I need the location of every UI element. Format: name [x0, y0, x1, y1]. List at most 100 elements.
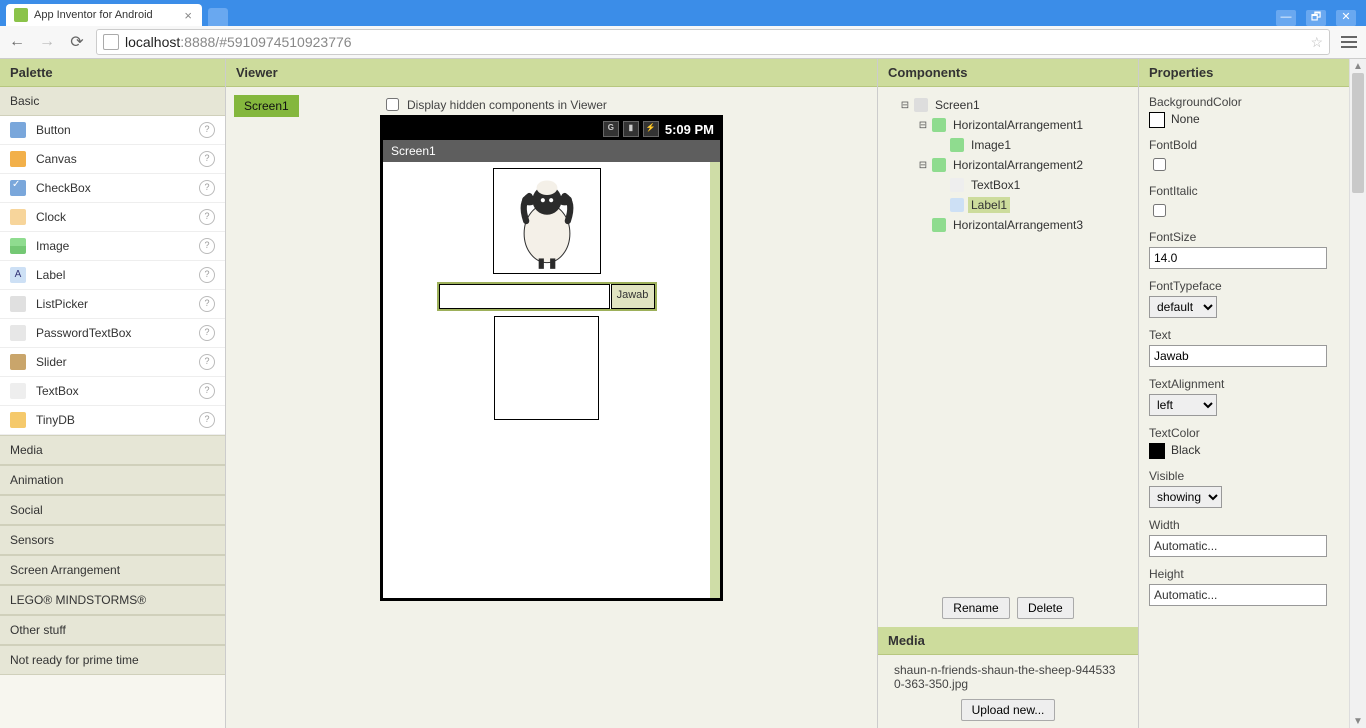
tree-toggle-icon[interactable]: ⊟ — [918, 120, 928, 131]
horizontal-arrangement3[interactable] — [494, 316, 599, 420]
tree-h3[interactable]: HorizontalArrangement3 — [950, 217, 1086, 233]
tree-toggle-icon[interactable]: ⊟ — [900, 100, 910, 111]
help-icon[interactable]: ? — [199, 412, 215, 428]
clock-icon — [10, 209, 26, 225]
screen-icon — [914, 98, 928, 112]
window-restore-button[interactable]: 🗗 — [1306, 10, 1326, 26]
help-icon[interactable]: ? — [199, 296, 215, 312]
status-time: 5:09 PM — [665, 122, 714, 137]
tree-h2[interactable]: HorizontalArrangement2 — [950, 157, 1086, 173]
viewer-header: Viewer — [226, 59, 877, 87]
horizontal-arrangement2[interactable]: Jawab — [437, 282, 657, 311]
help-icon[interactable]: ? — [199, 267, 215, 283]
tree-screen1[interactable]: Screen1 — [932, 97, 983, 113]
scroll-up-icon[interactable]: ▲ — [1350, 61, 1366, 72]
prop-fontbold-checkbox[interactable] — [1153, 158, 1166, 171]
palette-category-not-ready-for-prime-time[interactable]: Not ready for prime time — [0, 645, 225, 675]
tab-close-icon[interactable]: × — [182, 8, 194, 23]
screen-chip[interactable]: Screen1 — [234, 95, 299, 117]
new-tab-button[interactable] — [208, 8, 228, 26]
help-icon[interactable]: ? — [199, 122, 215, 138]
palette-item-clock[interactable]: Clock? — [0, 203, 225, 232]
palette-item-label: Image — [36, 239, 69, 253]
display-hidden-checkbox[interactable] — [386, 98, 399, 111]
prop-width-value[interactable]: Automatic... — [1149, 535, 1327, 557]
bookmark-star-icon[interactable]: ☆ — [1310, 34, 1323, 51]
help-icon[interactable]: ? — [199, 151, 215, 167]
tree-image1[interactable]: Image1 — [968, 137, 1014, 153]
palette-item-button[interactable]: Button? — [0, 116, 225, 145]
image1-preview[interactable] — [493, 168, 601, 274]
label-icon: A — [10, 267, 26, 283]
prop-visible-label: Visible — [1149, 469, 1339, 483]
palette-category-basic[interactable]: Basic — [0, 87, 225, 116]
prop-fonttypeface-select[interactable]: default — [1149, 296, 1217, 318]
scroll-down-icon[interactable]: ▼ — [1350, 716, 1366, 727]
palette-category-animation[interactable]: Animation — [0, 465, 225, 495]
prop-fontsize-input[interactable] — [1149, 247, 1327, 269]
palette-item-checkbox[interactable]: CheckBox? — [0, 174, 225, 203]
palette-item-label: Label — [36, 268, 65, 282]
reload-button[interactable]: ⟳ — [66, 31, 88, 53]
browser-tab[interactable]: App Inventor for Android × — [6, 4, 202, 26]
palette-item-label: Canvas — [36, 152, 77, 166]
page-icon — [103, 34, 119, 50]
prop-text-input[interactable] — [1149, 345, 1327, 367]
phone-canvas[interactable]: Jawab — [383, 162, 720, 598]
help-icon[interactable]: ? — [199, 209, 215, 225]
help-icon[interactable]: ? — [199, 238, 215, 254]
prop-textcolor-value[interactable]: Black — [1149, 443, 1339, 459]
display-hidden-toggle[interactable]: Display hidden components in Viewer — [382, 95, 607, 114]
help-icon[interactable]: ? — [199, 383, 215, 399]
url-bar[interactable]: localhost :8888/#5910974510923776 ☆ — [96, 29, 1330, 55]
palette-item-label[interactable]: A Label? — [0, 261, 225, 290]
palette-item-label: TextBox — [36, 384, 79, 398]
palette-category-other-stuff[interactable]: Other stuff — [0, 615, 225, 645]
horiz-icon — [932, 158, 946, 172]
image-icon — [950, 138, 964, 152]
back-button[interactable]: ← — [6, 31, 28, 53]
prop-visible-select[interactable]: showing — [1149, 486, 1222, 508]
chrome-menu-button[interactable] — [1338, 31, 1360, 53]
window-close-button[interactable]: ✕ — [1336, 10, 1356, 26]
tab-favicon — [14, 8, 28, 22]
tab-title: App Inventor for Android — [34, 9, 153, 21]
delete-button[interactable]: Delete — [1017, 597, 1074, 619]
palette-item-listpicker[interactable]: ListPicker? — [0, 290, 225, 319]
palette-category-lego-mindstorms-[interactable]: LEGO® MINDSTORMS® — [0, 585, 225, 615]
page-scrollbar[interactable]: ▲ ▼ — [1349, 59, 1366, 728]
palette-item-tinydb[interactable]: TinyDB? — [0, 406, 225, 435]
palette-item-label: CheckBox — [36, 181, 91, 195]
textbox1-input[interactable] — [439, 284, 610, 309]
palette-item-textbox[interactable]: TextBox? — [0, 377, 225, 406]
palette-item-passwordtextbox[interactable]: PasswordTextBox? — [0, 319, 225, 348]
label1-preview[interactable]: Jawab — [611, 284, 655, 309]
upload-new-button[interactable]: Upload new... — [961, 699, 1056, 721]
prop-fontitalic-checkbox[interactable] — [1153, 204, 1166, 217]
window-minimize-button[interactable]: — — [1276, 10, 1296, 26]
prop-textalignment-select[interactable]: left — [1149, 394, 1217, 416]
palette-item-image[interactable]: Image? — [0, 232, 225, 261]
palette-item-canvas[interactable]: Canvas? — [0, 145, 225, 174]
tree-h1[interactable]: HorizontalArrangement1 — [950, 117, 1086, 133]
palette-category-social[interactable]: Social — [0, 495, 225, 525]
help-icon[interactable]: ? — [199, 325, 215, 341]
tree-label1[interactable]: Label1 — [968, 197, 1010, 213]
help-icon[interactable]: ? — [199, 354, 215, 370]
rename-button[interactable]: Rename — [942, 597, 1009, 619]
prop-height-value[interactable]: Automatic... — [1149, 584, 1327, 606]
horiz-icon — [932, 218, 946, 232]
canvas-icon — [10, 151, 26, 167]
palette-category-screen-arrangement[interactable]: Screen Arrangement — [0, 555, 225, 585]
forward-button[interactable]: → — [36, 31, 58, 53]
media-file[interactable]: shaun-n-friends-shaun-the-sheep-9445330-… — [894, 663, 1122, 691]
tree-toggle-icon[interactable]: ⊟ — [918, 160, 928, 171]
palette-category-sensors[interactable]: Sensors — [0, 525, 225, 555]
help-icon[interactable]: ? — [199, 180, 215, 196]
browser-navbar: ← → ⟳ localhost :8888/#5910974510923776 … — [0, 26, 1366, 59]
palette-item-slider[interactable]: Slider? — [0, 348, 225, 377]
scroll-thumb[interactable] — [1352, 73, 1364, 193]
prop-backgroundcolor-value[interactable]: None — [1149, 112, 1339, 128]
tree-textbox1[interactable]: TextBox1 — [968, 177, 1023, 193]
palette-category-media[interactable]: Media — [0, 435, 225, 465]
